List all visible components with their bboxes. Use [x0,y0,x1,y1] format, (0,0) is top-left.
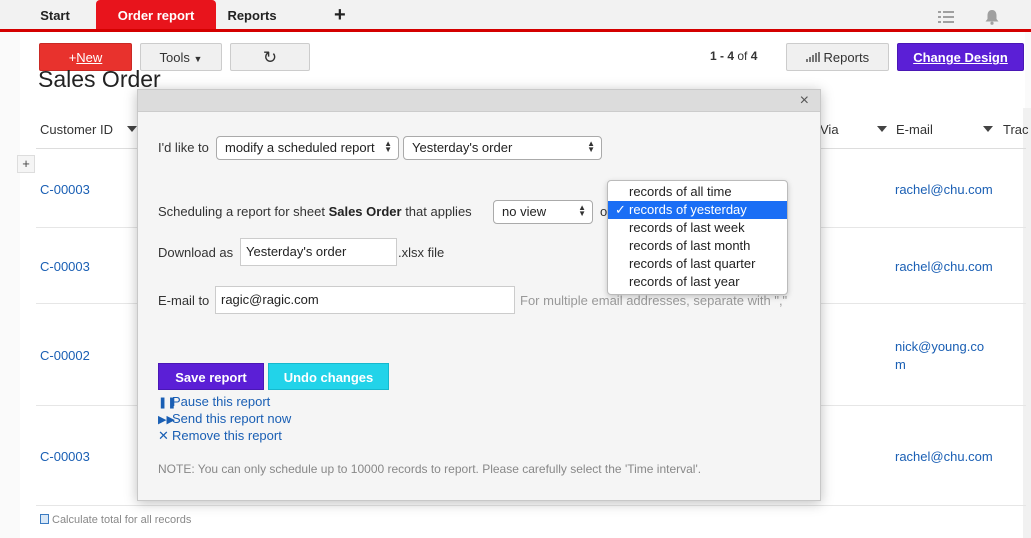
sort-arrow-icon[interactable] [983,126,993,132]
like-to-label: I'd like to [158,140,209,155]
cell-email[interactable]: rachel@chu.com [895,259,993,274]
new-label: New [76,50,103,65]
tools-label: Tools [159,50,190,65]
cell-customer-id[interactable]: C-00003 [40,449,90,464]
column-header-via[interactable]: Via [820,115,839,145]
pause-report-link[interactable]: ❚❚Pause this report [158,394,270,409]
pager: 1 - 4 of 4 [710,49,757,63]
pager-of: of [737,49,748,63]
schedule-sentence: Scheduling a report for sheet Sales Orde… [158,204,472,219]
select-arrows-icon: ▲ ▼ [578,203,586,218]
schedule-suffix: that applies [405,204,472,219]
fast-forward-icon: ▶▶ [158,414,175,426]
option-label: records of yesterday [629,202,747,217]
pause-icon: ❚❚ [158,397,177,409]
undo-changes-button[interactable]: Undo changes [268,363,389,390]
tab-start[interactable]: Start [18,0,92,29]
view-select-value: no view [502,204,547,219]
email-hint: For multiple email addresses, separate w… [520,293,788,308]
select-arrows-icon: ▲ ▼ [587,139,595,154]
sort-arrow-icon[interactable] [127,126,137,132]
select-arrows-icon: ▲ ▼ [384,139,392,154]
time-option-last-year[interactable]: records of last year [608,273,787,291]
view-select[interactable]: no view ▲ ▼ [493,200,593,224]
pager-range: 1 - 4 [710,49,735,63]
option-label: records of last month [629,238,751,253]
time-option-yesterday[interactable]: ✓ records of yesterday [608,201,787,219]
record-limit-note: NOTE: You can only schedule up to 10000 … [158,462,702,476]
action-select-value: modify a scheduled report [225,140,375,155]
cell-email[interactable]: nick@young.co [895,339,984,354]
reports-label: Reports [823,50,870,65]
time-interval-dropdown[interactable]: records of all time ✓ records of yesterda… [607,180,788,295]
option-label: records of last year [629,274,740,289]
cell-email[interactable]: rachel@chu.com [895,182,993,197]
sort-arrow-icon[interactable] [877,126,887,132]
row-divider [36,505,1026,506]
refresh-icon: ↻ [262,48,278,67]
remove-x-icon: ✕ [158,428,169,443]
send-label: Send this report now [172,411,292,426]
tab-reports[interactable]: Reports [222,0,282,29]
calculator-icon [40,514,49,524]
send-report-now-link[interactable]: ▶▶Send this report now [158,411,291,426]
change-design-button[interactable]: Change Design [897,43,1024,71]
file-extension-label: .xlsx file [398,245,445,260]
column-header-tracking[interactable]: Trac [1003,115,1029,145]
email-recipients-input[interactable]: ragic@ragic.com [215,286,515,314]
add-row-button[interactable]: + [17,155,35,173]
time-option-all-time[interactable]: records of all time [608,183,787,201]
download-as-label: Download as [158,245,234,260]
cell-customer-id[interactable]: C-00003 [40,259,90,274]
calculate-total-link[interactable]: Calculate total for all records [40,514,191,526]
time-option-last-week[interactable]: records of last week [608,219,787,237]
cell-customer-id[interactable]: C-00003 [40,182,90,197]
option-label: records of all time [629,184,732,199]
report-select-value: Yesterday's order [412,140,513,155]
reports-button[interactable]: Reports [786,43,889,71]
bar-signal-icon [805,50,820,65]
download-filename-input[interactable]: Yesterday's order [240,238,397,266]
column-header-customer-id[interactable]: Customer ID [40,115,113,145]
checkmark-icon: ✓ [615,202,626,217]
close-icon[interactable]: × [800,92,809,110]
dialog-header: × [138,90,820,112]
refresh-button[interactable]: ↻ [230,43,310,71]
change-design-label: Change Design [913,50,1008,65]
column-header-email[interactable]: E-mail [896,115,933,145]
cell-email-wrap[interactable]: m [895,357,906,372]
action-select[interactable]: modify a scheduled report ▲ ▼ [216,136,399,160]
task-list-icon[interactable] [938,10,954,27]
schedule-sheet-name: Sales Order [328,204,402,219]
caret-down-icon: ▼ [193,54,203,64]
option-label: records of last quarter [629,256,756,271]
remove-label: Remove this report [172,428,282,443]
remove-report-link[interactable]: ✕ Remove this report [158,428,282,444]
time-option-last-month[interactable]: records of last month [608,237,787,255]
add-tab-button[interactable]: + [334,3,346,27]
schedule-prefix: Scheduling a report for sheet [158,204,325,219]
calculate-total-label: Calculate total for all records [52,514,192,526]
email-to-label: E-mail to [158,293,210,308]
page-scrollbar[interactable] [1023,108,1031,538]
cell-email[interactable]: rachel@chu.com [895,449,993,464]
pager-total: 4 [750,49,758,63]
pause-label: Pause this report [172,394,271,409]
report-select[interactable]: Yesterday's order ▲ ▼ [403,136,602,160]
cell-customer-id[interactable]: C-00002 [40,348,90,363]
tab-order-report[interactable]: Order report [96,0,216,29]
notification-bell-icon[interactable] [985,10,999,28]
top-tab-bar: Start Order report Reports + [0,0,1031,32]
save-report-button[interactable]: Save report [158,363,264,390]
time-option-last-quarter[interactable]: records of last quarter [608,255,787,273]
option-label: records of last week [629,220,745,235]
